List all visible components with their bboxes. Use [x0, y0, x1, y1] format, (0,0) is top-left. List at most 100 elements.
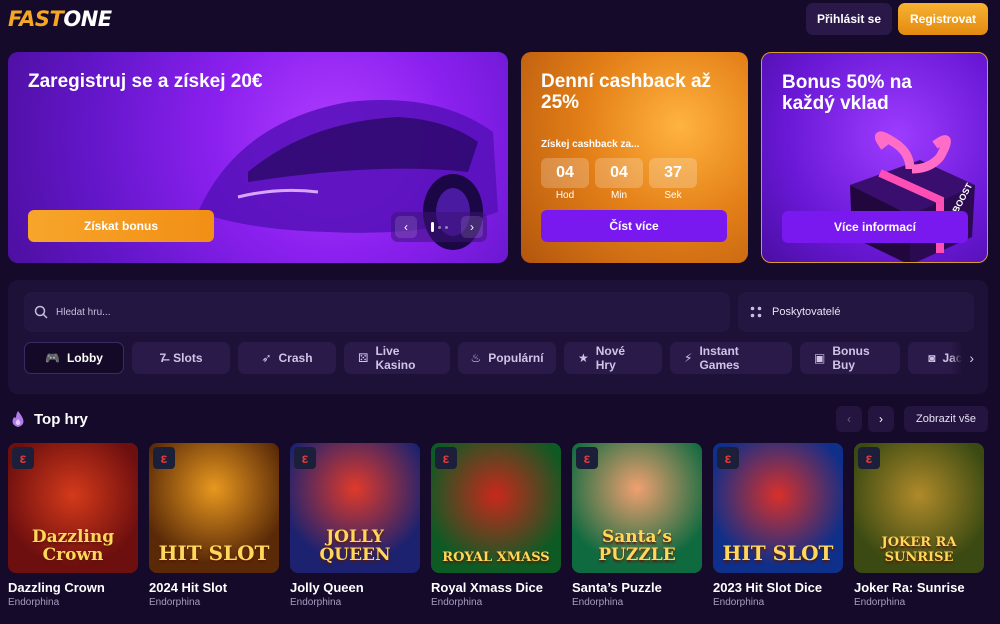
game-card[interactable]: ε Santa’s PUZZLE Santa’s Puzzle Endorphi…	[572, 443, 702, 608]
tab-live-kasino[interactable]: ⚄ Live Kasino	[344, 342, 450, 374]
promo-banner-deposit-bonus[interactable]: NITRO BOOST Bonus 50% na každý vklad Víc…	[761, 52, 988, 263]
countdown-value: 37	[649, 158, 697, 188]
game-provider: Endorphina	[572, 597, 624, 608]
slider-next-button[interactable]: ›	[461, 216, 483, 238]
banner-title: Denní cashback až 25%	[541, 71, 712, 113]
game-art-text: Dazzling Crown	[31, 527, 115, 566]
game-thumbnail[interactable]: ε Dazzling Crown	[8, 443, 138, 573]
banner-slider-controls: ‹ ›	[391, 212, 487, 242]
read-more-button[interactable]: Číst více	[541, 210, 727, 242]
game-art-text: HIT SLOT	[722, 541, 834, 565]
tab-crash[interactable]: ➶ Crash	[238, 342, 336, 374]
game-art-text: Santa’s PUZZLE	[598, 527, 676, 566]
more-info-button[interactable]: Více informací	[782, 211, 968, 243]
slider-dot[interactable]	[430, 222, 434, 232]
countdown-label: Hod	[555, 190, 575, 201]
game-card[interactable]: ε JOKER RA SUNRISE Joker Ra: Sunrise End…	[854, 443, 984, 608]
game-provider: Endorphina	[854, 597, 906, 608]
tab-lobby[interactable]: 🎮 Lobby	[24, 342, 124, 374]
game-name[interactable]: 2024 Hit Slot	[149, 580, 279, 595]
provider-badge-icon: ε	[435, 447, 457, 469]
tab-instant-games[interactable]: ⚡ Instant Games	[670, 342, 792, 374]
slider-prev-button[interactable]: ‹	[395, 216, 417, 238]
lightning-icon: ⚡	[684, 351, 693, 365]
game-art-text: ROYAL XMASS	[442, 550, 550, 565]
game-thumbnail[interactable]: ε ROYAL XMASS	[431, 443, 561, 573]
providers-grid-icon	[750, 306, 762, 318]
games-carousel-nav: ‹ ›	[836, 406, 894, 432]
jackpot-icon: ◙	[928, 351, 936, 365]
game-thumbnail[interactable]: ε HIT SLOT	[713, 443, 843, 573]
section-title-top-games: Top hry	[10, 410, 88, 428]
game-art-text: HIT SLOT	[158, 541, 270, 565]
game-thumbnail[interactable]: ε Santa’s PUZZLE	[572, 443, 702, 573]
get-bonus-button[interactable]: Získat bonus	[28, 210, 214, 242]
tab-label: Populární	[488, 351, 544, 365]
show-all-button[interactable]: Zobrazit vše	[904, 406, 988, 432]
provider-badge-icon: ε	[576, 447, 598, 469]
tab-label: Crash	[278, 351, 313, 365]
login-button[interactable]: Přihlásit se	[806, 3, 892, 35]
search-input[interactable]	[56, 306, 656, 318]
game-provider: Endorphina	[290, 597, 342, 608]
game-thumbnail[interactable]: ε HIT SLOT	[149, 443, 279, 573]
header: FASTONE Přihlásit se Registrovat	[0, 0, 1000, 40]
game-name[interactable]: Santa’s Puzzle	[572, 580, 702, 595]
provider-badge-icon: ε	[294, 447, 316, 469]
tab-slots[interactable]: 7̶ Slots	[132, 342, 230, 374]
banner-title: Bonus 50% na každý vklad	[782, 72, 912, 114]
game-name[interactable]: Dazzling Crown	[8, 580, 138, 595]
game-card[interactable]: ε HIT SLOT 2023 Hit Slot Dice Endorphina	[713, 443, 843, 608]
game-thumbnail[interactable]: ε JOLLY QUEEN	[290, 443, 420, 573]
countdown-minutes: 04 Min	[595, 158, 643, 202]
game-card[interactable]: ε Dazzling Crown Dazzling Crown Endorphi…	[8, 443, 138, 608]
dice-icon: ⚄	[358, 351, 369, 365]
game-name[interactable]: 2023 Hit Slot Dice	[713, 580, 843, 595]
countdown-value: 04	[541, 158, 589, 188]
slider-dot[interactable]	[444, 225, 448, 229]
game-card[interactable]: ε ROYAL XMASS Royal Xmass Dice Endorphin…	[431, 443, 561, 608]
game-provider: Endorphina	[8, 597, 60, 608]
slots-icon: 7̶	[159, 351, 167, 365]
game-card[interactable]: ε JOLLY QUEEN Jolly Queen Endorphina	[290, 443, 420, 608]
cashback-subtitle: Získej cashback za...	[541, 139, 640, 150]
providers-label: Poskytovatelé	[772, 306, 841, 318]
logo-one: ONE	[63, 7, 112, 31]
countdown-label: Sek	[664, 190, 682, 201]
search-box[interactable]	[24, 292, 730, 332]
fire-icon	[12, 411, 24, 427]
game-provider: Endorphina	[431, 597, 483, 608]
search-icon	[34, 305, 48, 319]
game-name[interactable]: Royal Xmass Dice	[431, 580, 561, 595]
carousel-prev-button[interactable]: ‹	[836, 406, 862, 432]
promo-banner-cashback[interactable]: Denní cashback až 25% Získej cashback za…	[521, 52, 748, 263]
category-tabs: 🎮 Lobby 7̶ Slots ➶ Crash ⚄ Live Kasino ♨ Popu…	[24, 342, 974, 378]
logo[interactable]: FASTONE	[8, 7, 112, 31]
logo-fast: FAST	[8, 7, 64, 31]
slider-dot[interactable]	[437, 225, 441, 229]
register-button[interactable]: Registrovat	[898, 3, 988, 35]
banner-title: Zaregistruj se a získej 20€	[28, 71, 263, 92]
tab-label: Live Kasino	[375, 344, 416, 372]
fire-icon: ♨	[470, 351, 482, 365]
tab-nove-hry[interactable]: ★ Nové Hry	[564, 342, 662, 374]
tab-label: Slots	[173, 351, 203, 365]
tab-label: Lobby	[66, 351, 103, 365]
countdown-timer: 04 Hod 04 Min 37 Sek	[541, 158, 697, 202]
game-art-text: JOLLY QUEEN	[319, 527, 391, 566]
countdown-label: Min	[610, 190, 628, 201]
providers-dropdown[interactable]: Poskytovatelé	[738, 292, 974, 332]
promo-banner-register[interactable]: Zaregistruj se a získej 20€ Získat bonus…	[8, 52, 508, 263]
slider-dots	[430, 222, 448, 232]
tabs-scroll-right-button[interactable]: ›	[950, 342, 974, 374]
countdown-value: 04	[595, 158, 643, 188]
tab-bonus-buy[interactable]: ▣ Bonus Buy	[800, 342, 900, 374]
tab-popularni[interactable]: ♨ Populární	[458, 342, 556, 374]
game-thumbnail[interactable]: ε JOKER RA SUNRISE	[854, 443, 984, 573]
game-name[interactable]: Joker Ra: Sunrise	[854, 580, 984, 595]
game-name[interactable]: Jolly Queen	[290, 580, 420, 595]
game-card[interactable]: ε HIT SLOT 2024 Hit Slot Endorphina	[149, 443, 279, 608]
tab-label: Instant Games	[699, 344, 740, 372]
carousel-next-button[interactable]: ›	[868, 406, 894, 432]
tab-label: Bonus Buy	[832, 344, 870, 372]
